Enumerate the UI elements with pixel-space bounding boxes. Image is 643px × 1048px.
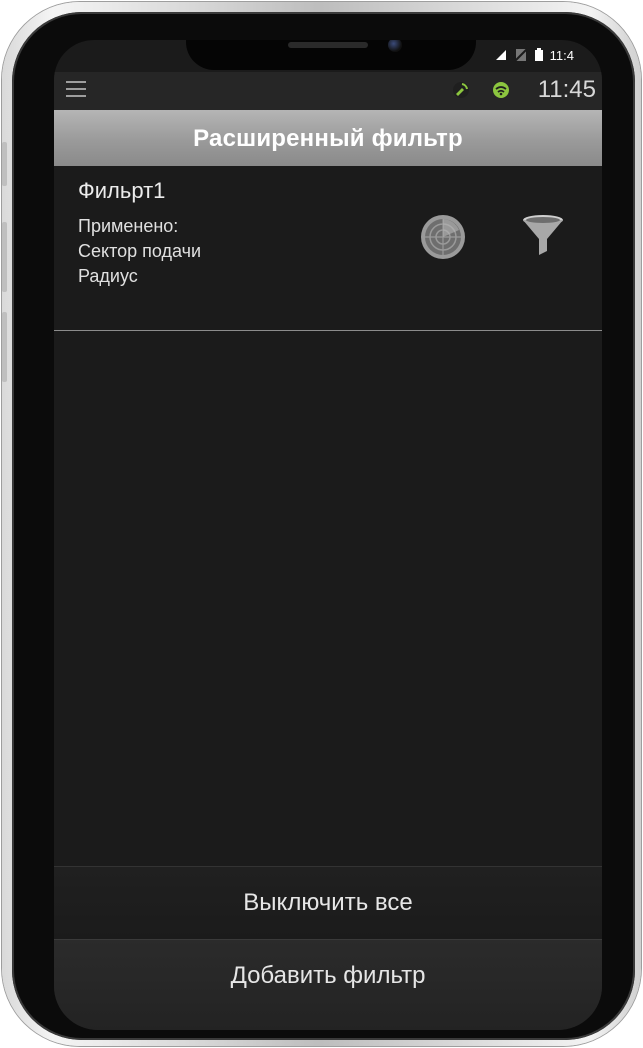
side-button bbox=[2, 222, 7, 292]
filter-list-item[interactable]: Фильрт1 Применено: Сектор подачи Радиус bbox=[54, 166, 602, 331]
header-bar: Расширенный фильтр bbox=[54, 110, 602, 166]
side-button bbox=[2, 142, 7, 186]
filter-applied-label: Применено: bbox=[78, 216, 179, 236]
disable-all-button[interactable]: Выключить все bbox=[54, 866, 602, 939]
battery-icon bbox=[534, 48, 543, 61]
radar-icon[interactable] bbox=[419, 213, 467, 261]
device-time: 11:4 bbox=[549, 47, 574, 63]
filter-applied-item: Радиус bbox=[78, 266, 138, 286]
signal-icon bbox=[495, 50, 506, 60]
side-button bbox=[2, 312, 7, 382]
wifi-signal-icon bbox=[493, 82, 509, 98]
disable-all-label: Выключить все bbox=[243, 889, 413, 916]
no-sim-icon bbox=[513, 48, 528, 62]
filter-name: Фильрт1 bbox=[78, 178, 166, 203]
app-status-bar: 11:45 bbox=[54, 72, 602, 110]
menu-icon[interactable] bbox=[66, 81, 86, 99]
speaker bbox=[288, 42, 368, 48]
add-filter-label: Добавить фильтр bbox=[230, 962, 426, 989]
page-title: Расширенный фильтр bbox=[193, 125, 463, 152]
satellite-icon bbox=[453, 82, 469, 98]
filter-funnel-icon[interactable] bbox=[519, 211, 567, 259]
add-filter-button[interactable]: Добавить фильтр bbox=[54, 939, 602, 1030]
device-status-bar: ◂ 11:4 bbox=[494, 46, 574, 64]
app-time: 11:45 bbox=[537, 76, 596, 103]
screen: ◂ 11:4 11:45 Расширенны bbox=[54, 40, 602, 1030]
filter-applied-item: Сектор подачи bbox=[78, 241, 202, 261]
